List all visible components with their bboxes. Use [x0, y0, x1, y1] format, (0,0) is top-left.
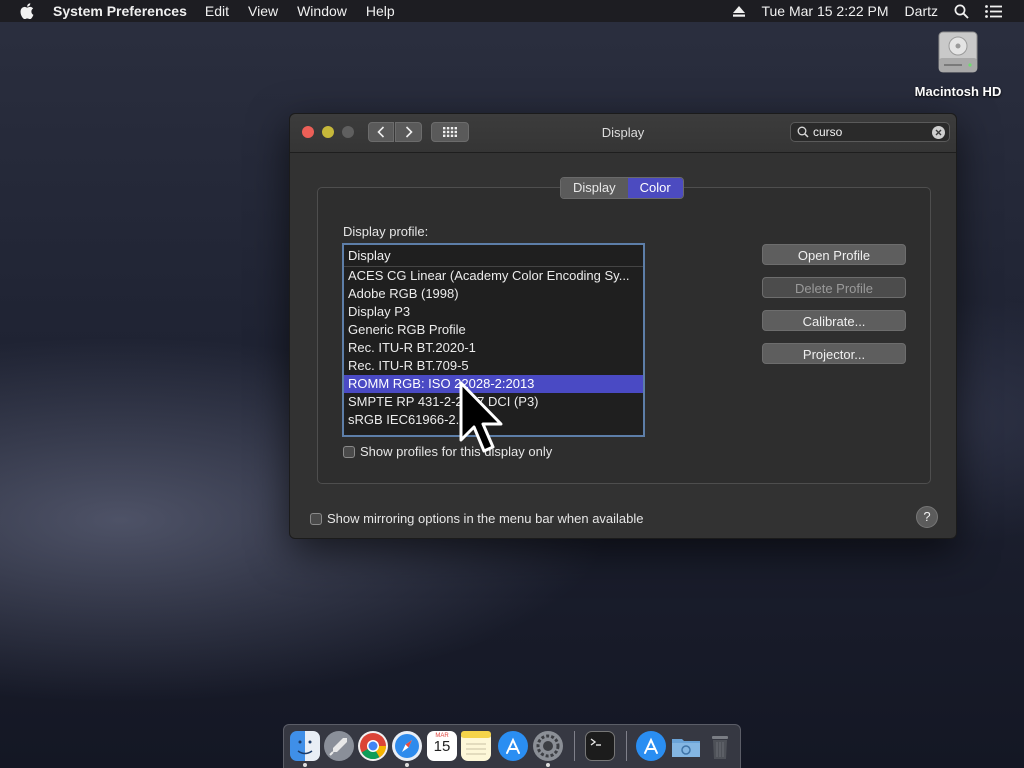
dock: MAR 15	[283, 724, 741, 768]
running-indicator	[546, 763, 550, 767]
menu-window[interactable]: Window	[297, 3, 347, 19]
delete-profile-button[interactable]: Delete Profile	[762, 277, 906, 298]
list-item[interactable]: Rec. ITU-R BT.709-5	[344, 357, 643, 375]
dock-separator	[574, 731, 575, 761]
help-button[interactable]: ?	[916, 506, 938, 528]
chrome-icon[interactable]	[358, 731, 388, 761]
close-icon	[935, 129, 942, 136]
calendar-day: 15	[433, 738, 451, 755]
list-item[interactable]: Rec. ITU-R BT.2020-1	[344, 339, 643, 357]
terminal-icon[interactable]	[585, 731, 615, 761]
list-item[interactable]: Display	[344, 245, 643, 267]
spotlight-search-icon[interactable]	[954, 4, 969, 19]
open-profile-button[interactable]: Open Profile	[762, 244, 906, 265]
tab-display[interactable]: Display	[561, 178, 628, 198]
list-item[interactable]: Generic RGB Profile	[344, 321, 643, 339]
menu-user[interactable]: Dartz	[905, 3, 938, 19]
projector-button[interactable]: Projector...	[762, 343, 906, 364]
finder-icon[interactable]	[290, 731, 320, 761]
dock-separator	[626, 731, 627, 761]
display-profile-label: Display profile:	[343, 224, 429, 239]
list-item[interactable]: Display P3	[344, 303, 643, 321]
menu-help[interactable]: Help	[366, 3, 395, 19]
app-store-icon[interactable]	[498, 731, 528, 761]
notification-center-icon[interactable]	[985, 4, 1002, 18]
menu-edit[interactable]: Edit	[205, 3, 229, 19]
menu-view[interactable]: View	[248, 3, 278, 19]
list-item[interactable]: ACES CG Linear (Academy Color Encoding S…	[344, 267, 643, 285]
system-preferences-icon[interactable]	[533, 731, 563, 761]
search-input[interactable]	[813, 125, 923, 139]
title-bar[interactable]: Display	[290, 114, 956, 153]
list-item[interactable]: Adobe RGB (1998)	[344, 285, 643, 303]
color-panel: Display profile: Display ACES CG Linear …	[317, 187, 931, 484]
display-preferences-window: Display Display Color Display profile: D…	[289, 113, 957, 539]
show-profiles-row[interactable]: Show profiles for this display only	[343, 444, 552, 459]
safari-icon[interactable]	[392, 731, 422, 761]
notes-icon[interactable]	[461, 731, 491, 761]
hard-drive-icon	[937, 28, 979, 76]
mouse-pointer-icon	[459, 381, 503, 453]
mirroring-row[interactable]: Show mirroring options in the menu bar w…	[310, 511, 644, 526]
clear-search-button[interactable]	[932, 126, 945, 139]
calibrate-button[interactable]: Calibrate...	[762, 310, 906, 331]
menu-app-name[interactable]: System Preferences	[53, 3, 187, 19]
apple-icon[interactable]	[19, 3, 35, 19]
running-indicator	[303, 763, 307, 767]
trash-icon[interactable]	[705, 731, 735, 761]
menu-clock[interactable]: Tue Mar 15 2:22 PM	[761, 3, 888, 19]
tab-color[interactable]: Color	[627, 178, 683, 198]
show-profiles-label: Show profiles for this display only	[360, 444, 553, 459]
search-field[interactable]	[790, 122, 950, 142]
search-icon	[797, 126, 809, 138]
running-indicator	[405, 763, 409, 767]
eject-icon[interactable]	[733, 5, 746, 17]
mirroring-label: Show mirroring options in the menu bar w…	[327, 511, 644, 526]
mirroring-checkbox[interactable]	[310, 512, 322, 525]
tab-bar: Display Color	[560, 177, 684, 199]
show-profiles-checkbox[interactable]	[343, 445, 355, 458]
calendar-icon[interactable]: MAR 15	[427, 731, 457, 761]
downloads-folder-icon[interactable]	[671, 731, 701, 761]
launchpad-icon[interactable]	[324, 731, 354, 761]
macintosh-hd-desktop-icon[interactable]: Macintosh HD	[908, 28, 1008, 99]
macintosh-hd-label: Macintosh HD	[914, 84, 1002, 99]
app-store-icon[interactable]	[636, 731, 666, 761]
menu-bar: System Preferences Edit View Window Help…	[0, 0, 1024, 22]
